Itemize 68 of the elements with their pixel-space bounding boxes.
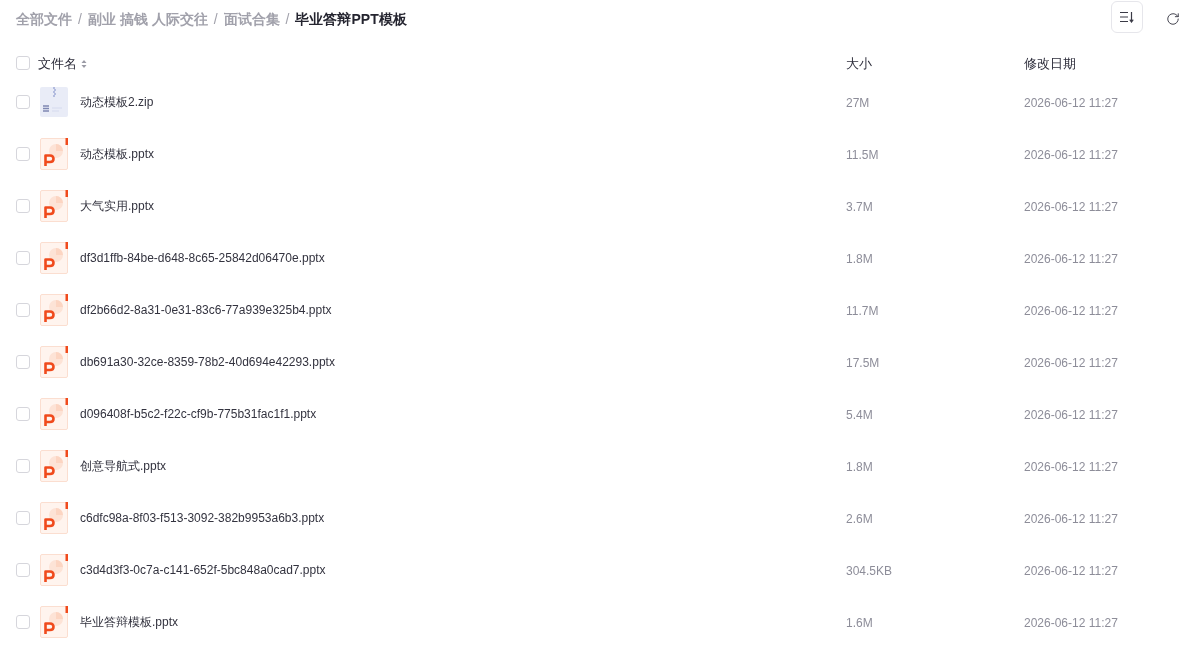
checkbox[interactable]	[16, 407, 30, 421]
checkbox[interactable]	[16, 355, 30, 369]
modified-date: 2026-06-12 11:27	[1024, 512, 1118, 526]
file-name[interactable]: c6dfc98a-8f03-f513-3092-382b9953a6b3.pptx	[80, 509, 325, 527]
checkbox[interactable]	[16, 199, 30, 213]
checkbox[interactable]	[16, 95, 30, 109]
file-size: 304.5KB	[846, 564, 893, 578]
breadcrumb-separator: /	[78, 9, 82, 29]
modified-date: 2026-06-12 11:27	[1024, 252, 1118, 266]
checkbox[interactable]	[16, 56, 30, 70]
modified-date: 2026-06-12 11:27	[1024, 200, 1118, 214]
modified-date: 2026-06-12 11:27	[1024, 96, 1118, 110]
file-name[interactable]: 创意导航式.pptx	[80, 457, 166, 475]
file-size: 27M	[846, 96, 870, 110]
checkbox[interactable]	[16, 511, 30, 525]
sort-lines-icon	[1120, 11, 1134, 23]
file-name[interactable]: df2b66d2-8a31-0e31-83c6-77a939e325b4.pptx	[80, 301, 332, 319]
column-header: 大小	[846, 55, 872, 73]
file-size: 2.6M	[846, 512, 873, 526]
file-size: 3.7M	[846, 200, 873, 214]
checkbox[interactable]	[16, 303, 30, 317]
file-size: 1.6M	[846, 616, 873, 630]
checkbox[interactable]	[16, 615, 30, 629]
file-name[interactable]: c3d4d3f3-0c7a-c141-652f-5bc848a0cad7.pptx	[80, 561, 326, 579]
file-name[interactable]: d096408f-b5c2-f22c-cf9b-775b31fac1f1.pptx	[80, 405, 317, 423]
zip-file-icon	[40, 87, 68, 117]
file-name[interactable]: 动态模板2.zip	[80, 93, 154, 111]
file-size: 1.8M	[846, 460, 873, 474]
file-size: 5.4M	[846, 408, 873, 422]
breadcrumb-separator: /	[213, 9, 218, 29]
modified-date: 2026-06-12 11:27	[1024, 304, 1118, 318]
file-name[interactable]: 大气实用.pptx	[80, 197, 154, 215]
breadcrumb-current[interactable]: 毕业答辩PPT模板	[295, 8, 407, 30]
file-size: 11.7M	[846, 304, 879, 318]
presentation-file-icon	[40, 606, 68, 638]
modified-date: 2026-06-12 11:27	[1024, 460, 1118, 474]
presentation-file-icon	[40, 450, 68, 482]
file-size: 11.5M	[846, 148, 879, 162]
presentation-file-icon	[40, 398, 68, 430]
modified-date: 2026-06-12 11:27	[1024, 564, 1118, 578]
file-name[interactable]: df3d1ffb-84be-d648-8c65-25842d06470e.pptx	[80, 249, 325, 267]
checkbox[interactable]	[16, 459, 30, 473]
file-name[interactable]: 毕业答辩模板.pptx	[80, 613, 178, 631]
modified-date: 2026-06-12 11:27	[1024, 356, 1118, 370]
column-header: 修改日期	[1024, 55, 1076, 73]
checkbox[interactable]	[16, 563, 30, 577]
file-name[interactable]: db691a30-32ce-8359-78b2-40d694e42293.pptx	[80, 353, 335, 371]
checkbox[interactable]	[16, 147, 30, 161]
checkbox[interactable]	[16, 251, 30, 265]
modified-date: 2026-06-12 11:27	[1024, 148, 1118, 162]
file-size: 1.8M	[846, 252, 873, 266]
refresh-icon	[1166, 12, 1180, 26]
breadcrumb-separator: /	[285, 9, 290, 29]
sort-arrows-icon[interactable]	[81, 58, 87, 69]
presentation-file-icon	[40, 554, 68, 586]
modified-date: 2026-06-12 11:27	[1024, 408, 1118, 422]
presentation-file-icon	[40, 190, 68, 222]
modified-date: 2026-06-12 11:27	[1024, 616, 1118, 630]
sort-button[interactable]	[1111, 1, 1143, 33]
presentation-file-icon	[40, 294, 68, 326]
column-header[interactable]: 文件名	[38, 54, 77, 74]
refresh-button[interactable]	[1165, 11, 1181, 27]
presentation-file-icon	[40, 242, 68, 274]
presentation-file-icon	[40, 346, 68, 378]
file-name[interactable]: 动态模板.pptx	[80, 145, 154, 163]
presentation-file-icon	[40, 502, 68, 534]
presentation-file-icon	[40, 138, 68, 170]
file-size: 17.5M	[846, 356, 880, 370]
